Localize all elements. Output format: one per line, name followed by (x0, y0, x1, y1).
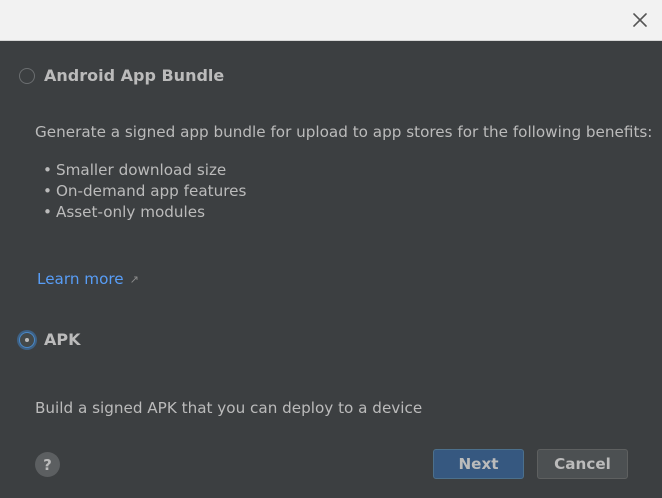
bullet-icon: • (43, 182, 52, 200)
benefit-text: On-demand app features (55, 182, 247, 200)
help-button[interactable]: ? (35, 452, 60, 477)
apk-radio-button[interactable] (19, 332, 35, 348)
benefit-text: Smaller download size (55, 161, 227, 179)
external-link-arrow-icon: ↗ (129, 272, 139, 286)
apk-option-label[interactable]: APK (44, 330, 81, 349)
learn-more-label: Learn more (37, 270, 124, 288)
cancel-button[interactable]: Cancel (537, 449, 628, 479)
aab-option-label[interactable]: Android App Bundle (44, 66, 224, 85)
bullet-icon: • (43, 203, 52, 221)
close-button[interactable] (628, 8, 652, 32)
aab-description: Generate a signed app bundle for upload … (35, 123, 653, 141)
close-icon (633, 13, 647, 27)
list-item: • On-demand app features (43, 181, 246, 202)
list-item: • Smaller download size (43, 160, 246, 181)
next-button[interactable]: Next (433, 449, 524, 479)
list-item: • Asset-only modules (43, 202, 246, 223)
aab-radio-button[interactable] (19, 68, 35, 84)
benefit-text: Asset-only modules (55, 203, 206, 221)
bullet-icon: • (43, 161, 52, 179)
aab-benefits-list: • Smaller download size • On-demand app fe… (43, 160, 246, 223)
learn-more-link[interactable]: Learn more ↗ (37, 270, 139, 288)
apk-description: Build a signed APK that you can deploy t… (35, 399, 423, 417)
generate-signed-bundle-dialog: Android App Bundle Generate a signed app… (0, 0, 662, 498)
dialog-titlebar (0, 0, 662, 41)
radio-selected-dot-icon (25, 338, 29, 342)
